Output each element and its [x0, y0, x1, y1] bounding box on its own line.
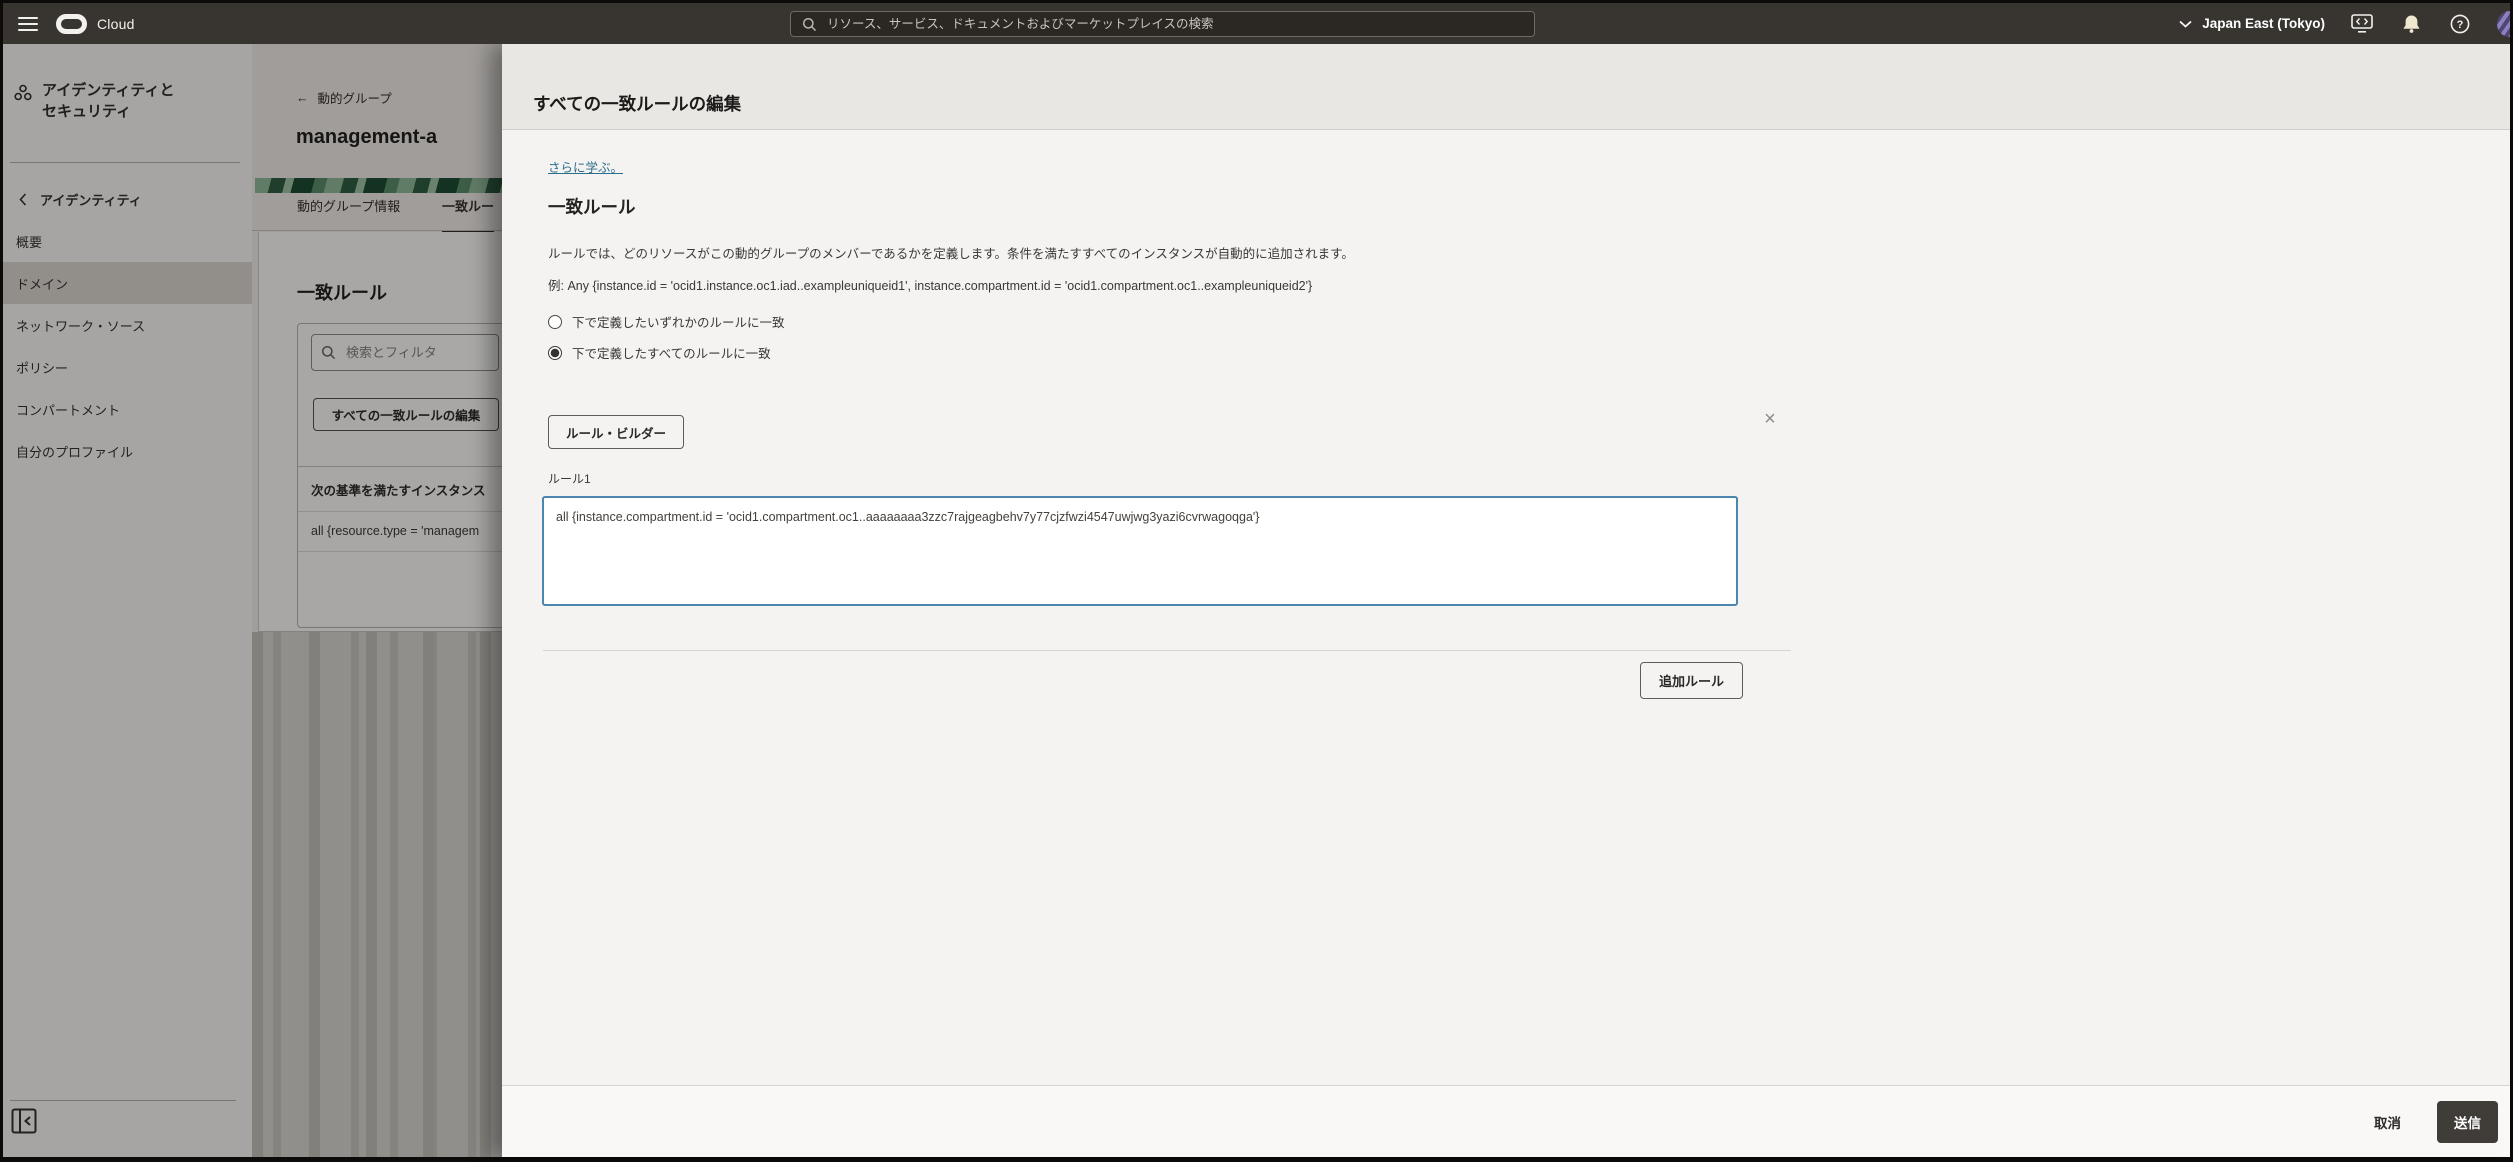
chevron-down-icon — [2179, 20, 2192, 28]
cancel-button[interactable]: 取消 — [2368, 1111, 2407, 1133]
cloud-shell-icon[interactable] — [2350, 12, 2374, 36]
matching-rules-section-title: 一致ルール — [297, 283, 387, 303]
edit-all-matching-rules-button[interactable]: すべての一致ルールの編集 — [313, 398, 499, 431]
sidebar-item-compartments[interactable]: コンパートメント — [3, 388, 252, 430]
notifications-bell-icon[interactable] — [2399, 12, 2423, 36]
identity-security-sidebar: アイデンティティと セキュリティ アイデンティティ 概要 ドメイン ネットワーク… — [3, 44, 252, 1157]
matching-rules-list-card: すべての一致ルールの編集 次の基準を満たすインスタンス all {resourc… — [297, 323, 502, 700]
learn-more-link[interactable]: さらに学ぶ。 — [548, 157, 623, 176]
rules-table-header: 次の基準を満たすインスタンス — [298, 466, 502, 512]
rule-1-label: ルール1 — [548, 472, 591, 486]
rule-section-divider — [543, 650, 1791, 651]
rules-description: ルールでは、どのリソースがこの動的グループのメンバーであるかを定義します。条件を… — [548, 247, 1354, 261]
detail-tabs: 動的グループ情報 一致ルー — [252, 193, 502, 235]
collapse-sidebar-icon[interactable] — [11, 1108, 37, 1134]
rule-1-textarea[interactable]: all {instance.compartment.id = 'ocid1.co… — [542, 496, 1738, 606]
sidebar-item-overview[interactable]: 概要 — [3, 220, 252, 262]
tab-matching-rules[interactable]: 一致ルー — [442, 193, 495, 235]
sidebar-divider — [10, 162, 240, 163]
submit-button[interactable]: 送信 — [2437, 1100, 2498, 1143]
sidebar-item-network-sources[interactable]: ネットワーク・ソース — [3, 304, 252, 346]
svg-text:?: ? — [2457, 19, 2464, 31]
search-icon — [321, 345, 336, 360]
rule-builder-button[interactable]: ルール・ビルダー — [548, 415, 685, 449]
oci-console-window: Cloud Japan East (Tokyo) ? — [0, 0, 2513, 1162]
help-icon[interactable]: ? — [2448, 12, 2472, 36]
filter-search-input[interactable] — [344, 344, 489, 361]
top-navigation-bar: Cloud Japan East (Tokyo) ? — [3, 3, 2510, 44]
radio-any-icon[interactable] — [548, 314, 562, 329]
sidebar-back-identity[interactable]: アイデンティティ — [3, 184, 252, 214]
brand-label: Cloud — [97, 15, 135, 32]
chevron-left-icon — [19, 192, 27, 206]
rules-example: 例: Any {instance.id = 'ocid1.instance.oc… — [548, 279, 1313, 293]
sidebar-item-policies[interactable]: ポリシー — [3, 346, 252, 388]
tab-content-card: 一致ルール すべての一致ルールの編集 次の基準を満たすインスタンス all {r… — [258, 232, 502, 700]
back-arrow-icon: ← — [296, 90, 309, 105]
close-icon[interactable]: × — [1757, 406, 1783, 432]
panel-footer: 取消 送信 — [502, 1085, 2510, 1157]
decorative-banner — [255, 178, 502, 193]
dynamic-group-title: management-a — [296, 126, 438, 148]
hamburger-menu-icon[interactable] — [18, 16, 38, 31]
sidebar-back-label: アイデンティティ — [40, 192, 142, 208]
user-avatar[interactable] — [2497, 10, 2510, 37]
dynamic-group-detail-page: ← 動的グループ management-a 動的グループ情報 一致ルー 一致ルー… — [252, 44, 502, 1157]
region-selector[interactable]: Japan East (Tokyo) — [2179, 16, 2325, 31]
edit-matching-rules-panel: すべての一致ルールの編集 さらに学ぶ。 一致ルール ルールでは、どのリソースがこ… — [502, 44, 2510, 1157]
global-search-bar[interactable] — [790, 11, 1535, 37]
topbar-left-group: Cloud — [18, 3, 135, 44]
matching-rules-heading: 一致ルール — [548, 197, 636, 217]
panel-title: すべての一致ルールの編集 — [533, 94, 742, 114]
tab-dynamic-group-info[interactable]: 動的グループ情報 — [297, 193, 400, 231]
oracle-logo-icon — [56, 13, 87, 34]
sidebar-bottom-divider — [10, 1100, 236, 1101]
back-to-dynamic-groups-link[interactable]: ← 動的グループ — [296, 88, 392, 107]
global-search-input[interactable] — [825, 16, 1524, 32]
filter-search-box[interactable] — [311, 334, 499, 371]
back-link-label: 動的グループ — [317, 92, 392, 106]
sidebar-item-domains[interactable]: ドメイン — [3, 262, 252, 304]
region-label: Japan East (Tokyo) — [2202, 16, 2325, 31]
radio-any-label: 下で定義したいずれかのルールに一致 — [572, 316, 785, 330]
radio-match-any[interactable]: 下で定義したいずれかのルールに一致 — [548, 312, 785, 331]
radio-all-icon[interactable] — [548, 345, 562, 360]
topbar-right-group: Japan East (Tokyo) ? — [2179, 3, 2510, 44]
identity-security-icon — [13, 83, 33, 122]
sidebar-title-line2: セキュリティ — [42, 103, 132, 120]
sidebar-title-line1: アイデンティティと — [42, 82, 175, 99]
add-rule-button[interactable]: 追加ルール — [1640, 662, 1744, 699]
radio-match-all[interactable]: 下で定義したすべてのルールに一致 — [548, 343, 771, 362]
rules-table-row[interactable]: all {resource.type = 'managem — [298, 511, 502, 552]
radio-all-label: 下で定義したすべてのルールに一致 — [572, 347, 771, 361]
panel-header: すべての一致ルールの編集 — [502, 44, 2510, 130]
sidebar-item-my-profile[interactable]: 自分のプロファイル — [3, 430, 252, 472]
page-background-texture — [252, 632, 502, 1157]
search-icon — [801, 16, 817, 32]
